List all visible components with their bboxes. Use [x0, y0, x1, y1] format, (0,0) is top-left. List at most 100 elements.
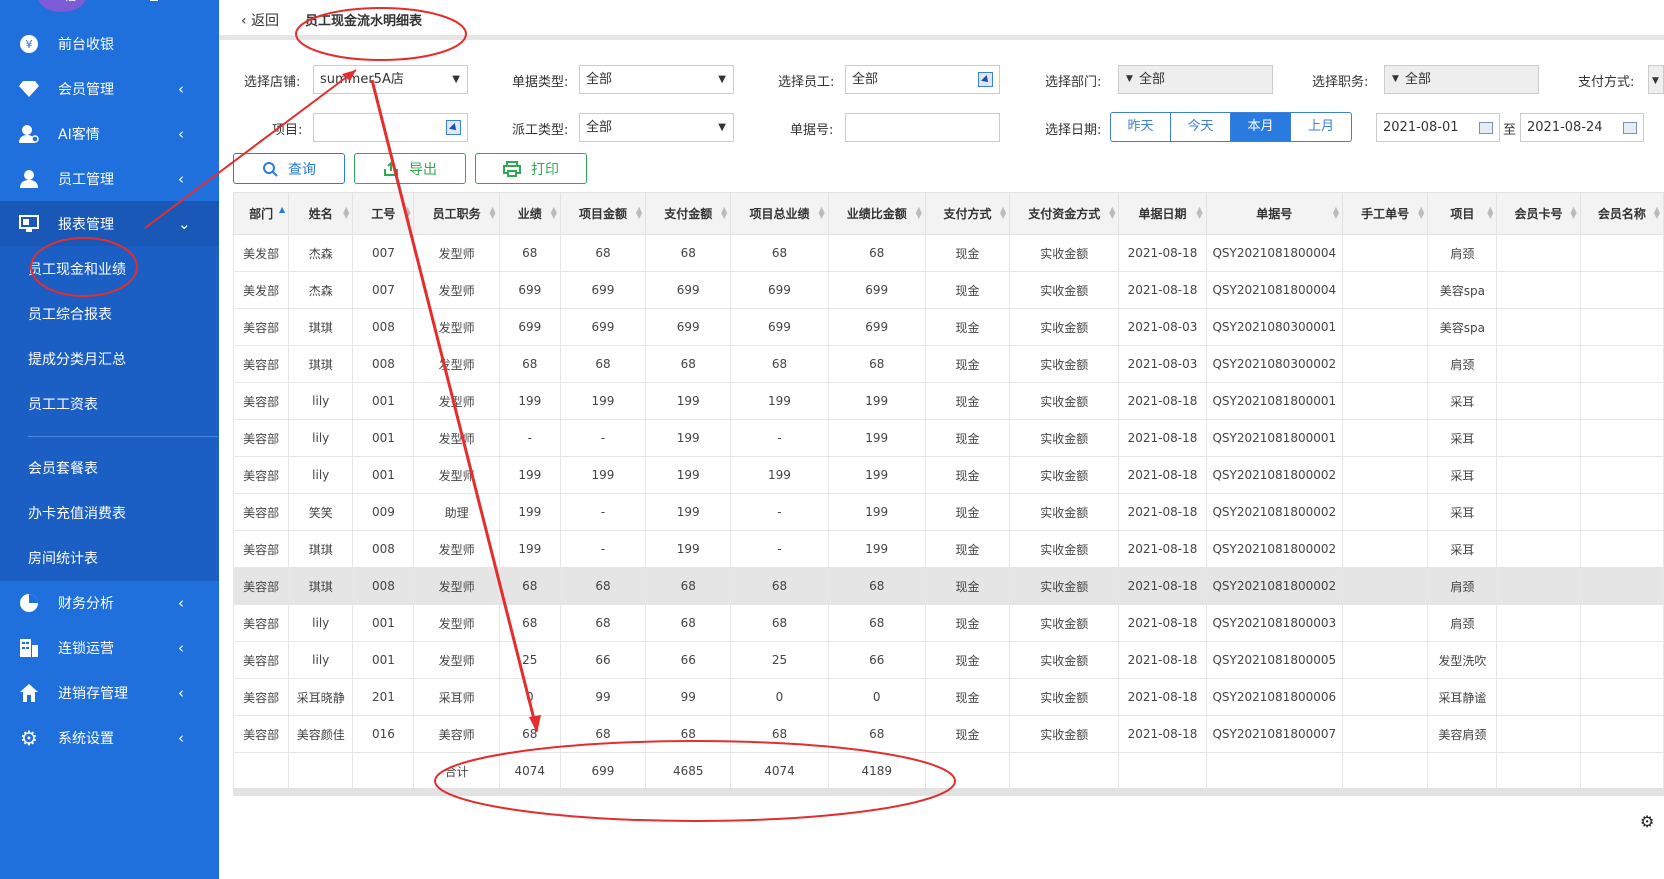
sort-icon[interactable]: ▲ ▼	[818, 206, 824, 220]
table-row[interactable]: 美容部 笑笑 009 助理 199-199-199 现金 实收金额 2021-08-18 QSY…	[232, 493, 1664, 531]
column-header[interactable]: 单据号 ▲ ▼	[1205, 192, 1344, 235]
date-tab-last-month[interactable]: 上月	[1291, 113, 1351, 141]
table-row[interactable]: 美容部 lily 001 发型师 - -199-199 现金 实收金额 2021-08-18 QS…	[232, 419, 1664, 457]
column-header[interactable]: 业绩 ▲ ▼	[498, 192, 561, 235]
column-header[interactable]: 单据日期 ▲ ▼	[1118, 192, 1207, 235]
store-select[interactable]: summer5A店 ▼	[313, 65, 468, 94]
sort-icon[interactable]: ▲ ▼	[1487, 206, 1493, 220]
calendar-icon[interactable]	[1479, 122, 1493, 134]
pay-method-select[interactable]: ▼	[1648, 65, 1664, 94]
picker-icon[interactable]	[978, 72, 993, 87]
table-row[interactable]: 美容部 lily 001 发型师 199 199 199 199 199 现金 实收金额 2021-0…	[232, 382, 1664, 420]
table-row[interactable]: 美容部 琪琪 008 发型师 68 68 68 68 68 现金 实收金额 2021-08-03 QSY…	[232, 345, 1664, 383]
sidebar-item-settings[interactable]: ⚙ 系统设置 ‹	[0, 715, 219, 760]
gear-icon[interactable]: ⚙	[1640, 812, 1654, 831]
sort-icon[interactable]: ▲ ▼	[404, 206, 410, 220]
yen-icon: ¥	[18, 33, 40, 55]
table-row[interactable]: 美发部 杰森 007 发型师 699 699 699 699 699 现金 实收金额 2021-08-…	[232, 271, 1664, 309]
sidebar-item-members[interactable]: 会员管理 ‹	[0, 66, 219, 111]
total-cell	[1009, 752, 1120, 790]
column-header[interactable]: 项目 ▲ ▼	[1427, 192, 1498, 235]
submenu-item-card-recharge[interactable]: 办卡充值消费表	[28, 503, 126, 523]
dispatch-select[interactable]: 全部 ▼	[579, 113, 734, 142]
sort-icon[interactable]: ▲ ▼	[1109, 206, 1115, 220]
sidebar-item-inventory[interactable]: 进销存管理 ‹	[0, 670, 219, 715]
table-row[interactable]: 美容部 美容颜佳 016 美容师 68 68 68 68 68 现金 实收金额 2021-08-18 Q…	[232, 715, 1664, 753]
table-cell: lily	[288, 382, 354, 420]
submenu-item-member-package[interactable]: 会员套餐表	[28, 458, 98, 478]
column-header[interactable]: 会员名称 ▲ ▼	[1579, 192, 1664, 235]
table-row[interactable]: 美容部 琪琪 008 发型师 68 68 68 68 68 现金 实收金额 2021-08-18 QSY…	[232, 567, 1664, 605]
sort-icon[interactable]: ▲ ▼	[551, 206, 557, 220]
sort-icon[interactable]: ▲ ▼	[1570, 206, 1576, 220]
picker-icon[interactable]	[446, 120, 461, 135]
table-row[interactable]: 美容部 琪琪 008 发型师 199-199-199 现金 实收金额 2021-08-18 QS…	[232, 530, 1664, 568]
sidebar-item-ai[interactable]: AI客情 ‹	[0, 111, 219, 156]
table-cell: 99	[559, 678, 647, 716]
sort-icon[interactable]: ▲ ▼	[1000, 206, 1006, 220]
total-cell	[352, 752, 415, 790]
export-button[interactable]: 导出	[354, 153, 466, 184]
table-cell: 实收金额	[1009, 641, 1120, 679]
position-select[interactable]: ▼ 全部	[1384, 65, 1539, 94]
sort-icon[interactable]: ▲ ▼	[490, 206, 496, 220]
column-header[interactable]: 手工单号 ▲ ▼	[1341, 192, 1429, 235]
sort-icon[interactable]: ▲ ▼	[1418, 206, 1424, 220]
date-tab-this-month[interactable]: 本月	[1231, 113, 1291, 141]
submenu-item-commission-monthly[interactable]: 提成分类月汇总	[28, 349, 126, 369]
print-button[interactable]: 打印	[475, 153, 587, 184]
submenu-item-staff-summary[interactable]: 员工综合报表	[28, 304, 112, 324]
column-header[interactable]: 支付资金方式 ▲ ▼	[1009, 192, 1120, 235]
table-row[interactable]: 美容部 琪琪 008 发型师 699 699 699 699 699 现金 实收金额 2021-08-…	[232, 308, 1664, 346]
back-button[interactable]: ‹ 返回	[241, 10, 279, 30]
sort-icon[interactable]: ▲ ▼	[721, 206, 727, 220]
query-button[interactable]: 查询	[233, 153, 345, 184]
employee-picker[interactable]: 全部	[845, 65, 1000, 94]
column-header[interactable]: 业绩比金额 ▲ ▼	[827, 192, 926, 235]
table-row[interactable]: 美容部 lily 001 发型师 68 68 68 68 68 现金 实收金额 2021-08-18 Q…	[232, 604, 1664, 642]
column-header[interactable]: 员工职务 ▲ ▼	[413, 192, 500, 235]
doc-no-input[interactable]	[845, 113, 1000, 142]
date-to-input[interactable]: 2021-08-24	[1520, 113, 1644, 142]
table-cell	[1579, 234, 1664, 272]
horizontal-scrollbar[interactable]	[233, 788, 1664, 796]
sort-icon[interactable]: ▲	[279, 206, 285, 214]
column-header[interactable]: 工号 ▲ ▼	[352, 192, 415, 235]
item-picker[interactable]	[313, 113, 468, 142]
column-header[interactable]: 项目总业绩 ▲ ▼	[730, 192, 829, 235]
table-cell	[1341, 271, 1429, 309]
sort-icon[interactable]: ▲ ▼	[636, 206, 642, 220]
sort-icon[interactable]: ▲ ▼	[1196, 206, 1202, 220]
column-header[interactable]: 项目金额 ▲ ▼	[559, 192, 647, 235]
store-avatar[interactable]: f5A店	[38, 0, 86, 12]
date-from-input[interactable]: 2021-08-01	[1376, 113, 1500, 142]
sidebar-item-reports[interactable]: 报表管理 ⌄	[0, 201, 219, 246]
submenu-item-staff-cash[interactable]: 员工现金和业绩	[28, 259, 126, 279]
sort-icon[interactable]: ▲ ▼	[916, 206, 922, 220]
column-header[interactable]: 姓名 ▲ ▼	[288, 192, 354, 235]
table-row[interactable]: 美容部 lily 001 发型师 199 199 199 199 199 现金 实收金额 2021-0…	[232, 456, 1664, 494]
sidebar-item-finance[interactable]: 财务分析 ‹	[0, 580, 219, 625]
sort-icon[interactable]: ▲ ▼	[1654, 206, 1660, 220]
submenu-item-room-stats[interactable]: 房间统计表	[28, 548, 98, 568]
sidebar-item-cashier[interactable]: ¥ 前台收银	[0, 21, 219, 66]
column-header[interactable]: 支付金额 ▲ ▼	[645, 192, 732, 235]
sidebar-item-chain[interactable]: 连锁运营 ‹	[0, 625, 219, 670]
sidebar-item-staff[interactable]: 员工管理 ‹	[0, 156, 219, 201]
submenu-item-payroll[interactable]: 员工工资表	[28, 394, 98, 414]
column-header[interactable]: 会员卡号 ▲ ▼	[1496, 192, 1581, 235]
table-row[interactable]: 美发部 杰森 007 发型师 68 68 68 68 68 现金 实收金额 2021-08-18 QSY…	[232, 234, 1664, 272]
sort-icon[interactable]: ▲ ▼	[343, 206, 349, 220]
date-tab-today[interactable]: 今天	[1171, 113, 1231, 141]
table-row[interactable]: 美容部 采耳晓静 201 采耳师 0 99 99 0 0 现金 实收金额 2021-08-18 QSY2…	[232, 678, 1664, 716]
dept-select[interactable]: ▼ 全部	[1118, 65, 1273, 94]
sort-icon[interactable]: ▲ ▼	[1333, 206, 1339, 220]
column-header[interactable]: 支付方式 ▲ ▼	[924, 192, 1011, 235]
query-label: 查询	[288, 161, 316, 178]
table-cell: 采耳	[1427, 530, 1498, 568]
calendar-icon[interactable]	[1623, 122, 1637, 134]
doc-type-select[interactable]: 全部 ▼	[579, 65, 734, 94]
table-row[interactable]: 美容部 lily 001 发型师 25 66 66 25 66 现金 实收金额 2021-08-18 Q…	[232, 641, 1664, 679]
column-header[interactable]: 部门 ▲	[232, 192, 290, 235]
date-tab-yesterday[interactable]: 昨天	[1111, 113, 1171, 141]
